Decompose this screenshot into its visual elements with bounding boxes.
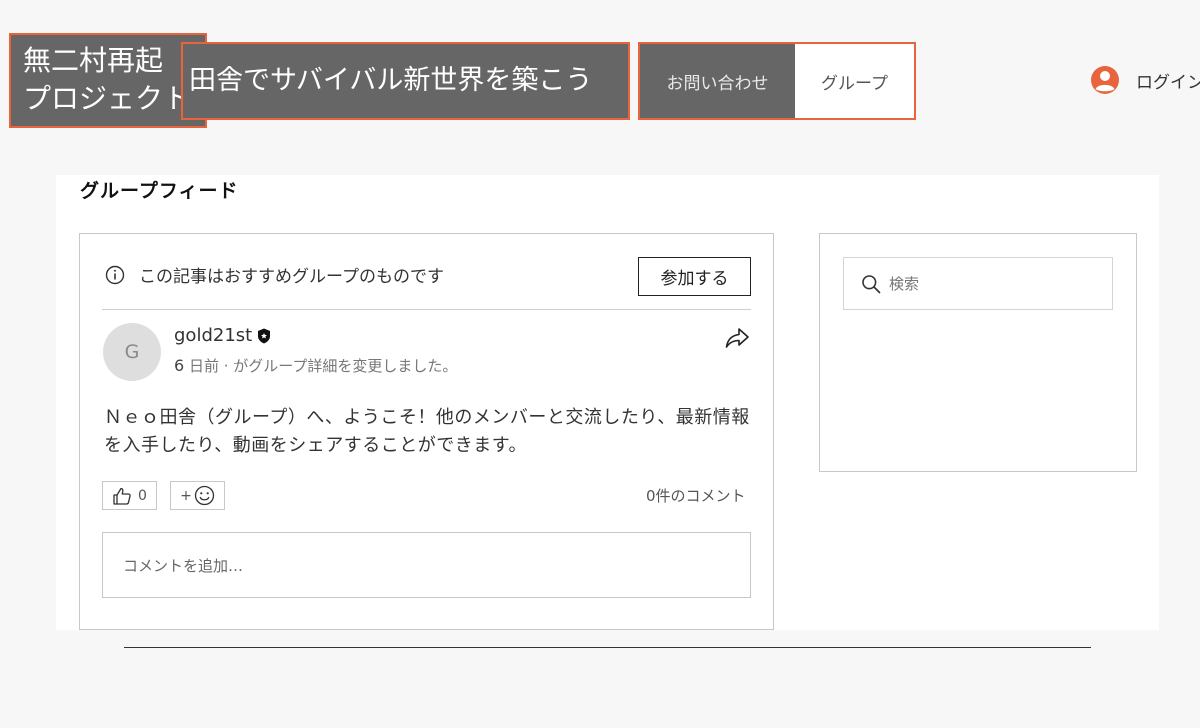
- nav-item-contact[interactable]: お問い合わせ: [640, 44, 795, 118]
- like-button[interactable]: 0: [102, 481, 157, 510]
- post-meta: 6 日前 · がグループ詳細を変更しました。: [174, 355, 457, 376]
- logo-line-2: プロジェクト: [23, 82, 192, 115]
- shield-badge-icon: [258, 328, 271, 343]
- logo-line-1: 無二村再起: [23, 44, 164, 77]
- page-title: グループフィード: [80, 180, 239, 202]
- main-nav: お問い合わせ グループ: [638, 42, 916, 120]
- info-icon: [105, 265, 125, 284]
- search-placeholder: 検索: [889, 275, 920, 293]
- search-icon: [862, 274, 881, 293]
- nav-item-group[interactable]: グループ: [795, 44, 914, 118]
- thumbs-up-icon: [113, 487, 131, 505]
- post-days-ago: 6: [174, 356, 185, 375]
- post-meta-text: 日前 · がグループ詳細を変更しました。: [184, 357, 458, 375]
- reaction-plus: +: [180, 487, 192, 504]
- user-avatar-icon: [1091, 66, 1119, 94]
- login-label: ログイン: [1136, 72, 1200, 93]
- recommendation-notice: この記事はおすすめグループのものです: [105, 262, 444, 287]
- author-row: gold21st: [174, 325, 271, 346]
- site-logo[interactable]: 無二村再起 プロジェクト: [9, 33, 207, 128]
- recommendation-text: この記事はおすすめグループのものです: [139, 267, 444, 287]
- divider: [102, 309, 751, 310]
- author-avatar[interactable]: G: [103, 323, 161, 381]
- like-count: 0: [138, 487, 147, 504]
- smiley-icon: [194, 485, 215, 506]
- add-reaction-button[interactable]: +: [170, 481, 225, 510]
- post-body: Ｎｅｏ田舎（グループ）へ、ようこそ！他のメンバーと交流したり、最新情報を入手した…: [104, 407, 750, 456]
- footer-divider: [124, 647, 1091, 648]
- login-button[interactable]: ログイン: [1090, 64, 1200, 96]
- comment-count[interactable]: 0件のコメント: [646, 485, 746, 506]
- author-name[interactable]: gold21st: [174, 325, 252, 346]
- site-tagline: 田舎でサバイバル新世界を築こう: [181, 42, 630, 120]
- search-input[interactable]: 検索: [843, 257, 1113, 310]
- comment-input[interactable]: コメントを追加…: [102, 532, 751, 598]
- share-icon[interactable]: [724, 326, 750, 350]
- join-group-button[interactable]: 参加する: [638, 257, 751, 296]
